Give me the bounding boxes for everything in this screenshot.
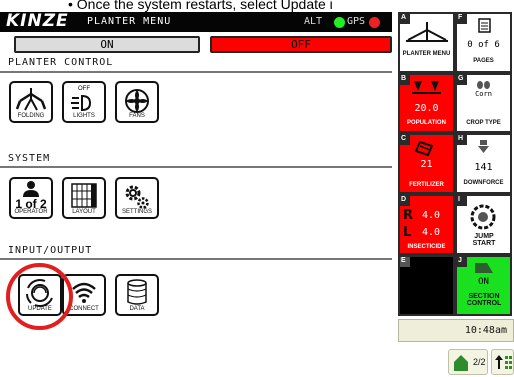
cell-label: SECTION CONTROL	[466, 293, 502, 307]
gps-status-indicator	[369, 17, 380, 28]
fans-button[interactable]: FANS	[115, 81, 159, 123]
folding-label: FOLDING	[17, 113, 45, 119]
instruction-caption: • Once the system restarts, select Updat…	[68, 0, 333, 12]
cell-value: 141	[474, 162, 493, 173]
operator-label: OPERATOR	[14, 209, 48, 215]
lights-label: LIGHTS	[73, 113, 95, 119]
cell-id: D	[401, 196, 407, 203]
settings-button[interactable]: SETTINGS	[115, 177, 159, 219]
insecticide-right-value: 4.0	[422, 210, 441, 221]
cell-label: POPULATION	[407, 120, 446, 126]
cell-f-pages[interactable]: F 0 of 6 PAGES	[455, 12, 512, 73]
home-icon	[454, 355, 468, 371]
alt-status-indicator	[334, 17, 345, 28]
update-highlight-ring	[6, 263, 73, 330]
section-title-input-output: INPUT/OUTPUT	[8, 245, 93, 256]
cell-value: ON	[478, 277, 489, 287]
cell-e-empty[interactable]: E	[398, 255, 455, 316]
off-button[interactable]: OFF	[210, 36, 392, 53]
cell-h-downforce[interactable]: H 141 DOWNFORCE	[455, 133, 512, 194]
cell-b-population[interactable]: B 20.0 POPULATION	[398, 73, 455, 133]
cell-label: INSECTICIDE	[407, 244, 446, 250]
home-page-label: 2/2	[473, 357, 486, 367]
kinze-logo: KINZE	[6, 11, 69, 31]
insecticide-left-side: L	[403, 225, 412, 240]
section-title-system: SYSTEM	[8, 153, 51, 164]
menu-title: PLANTER MENU	[87, 16, 172, 27]
data-label: DATA	[129, 306, 145, 312]
insecticide-left-value: 4.0	[422, 227, 441, 238]
cell-label: CROP TYPE	[466, 120, 501, 126]
layout-label: LAYOUT	[72, 209, 96, 215]
cell-value: Corn	[475, 90, 492, 98]
cell-value: 0 of 6	[467, 40, 500, 50]
cell-g-crop-type[interactable]: G Corn CROP TYPE	[455, 73, 512, 133]
folding-button[interactable]: FOLDING	[9, 81, 53, 123]
insecticide-right-side: R	[403, 208, 414, 223]
alt-label: ALT	[304, 16, 323, 27]
cell-i-jump-start[interactable]: I JUMP START	[455, 194, 512, 255]
downforce-icon	[478, 140, 489, 153]
grid-icon	[505, 356, 512, 369]
divider	[0, 71, 392, 73]
section-title-planter-control: PLANTER CONTROL	[8, 57, 114, 68]
cell-label: JUMP START	[472, 233, 496, 247]
section-icon	[475, 263, 493, 273]
population-icon	[412, 81, 441, 94]
on-button[interactable]: ON	[14, 36, 200, 53]
home-button[interactable]: 2/2	[448, 349, 488, 375]
up-arrow-icon	[495, 355, 512, 369]
layout-button[interactable]: LAYOUT	[62, 177, 106, 219]
title-bar: KINZE PLANTER MENU ALT GPS	[0, 11, 392, 32]
fertilizer-icon	[414, 140, 434, 157]
cell-label: PLANTER MENU	[402, 51, 451, 57]
up-button[interactable]	[491, 349, 514, 375]
fans-label: FANS	[129, 113, 145, 119]
cell-label: PAGES	[473, 58, 494, 64]
cell-value: 20.0	[414, 103, 439, 114]
divider	[0, 258, 392, 260]
cell-c-fertilizer[interactable]: C 21 FERTILIZER	[398, 133, 455, 194]
divider	[0, 166, 392, 168]
cell-id: E	[401, 257, 406, 264]
gps-label: GPS	[347, 16, 366, 27]
clock-display: 10:48am	[398, 319, 514, 342]
lights-button[interactable]: OFF LIGHTS	[62, 81, 106, 123]
cell-value: 21	[420, 159, 433, 170]
jump-start-icon	[470, 204, 496, 230]
cell-d-insecticide[interactable]: D R 4.0 L 4.0 INSECTICIDE	[398, 194, 455, 255]
settings-label: SETTINGS	[121, 209, 152, 215]
cell-j-section-control[interactable]: J ON SECTION CONTROL	[455, 255, 512, 316]
data-button[interactable]: DATA	[115, 274, 159, 316]
cell-label: DOWNFORCE	[463, 180, 504, 186]
cell-a-planter-menu[interactable]: A PLANTER MENU	[398, 12, 455, 73]
planter-icon	[406, 22, 448, 42]
pages-icon	[478, 18, 491, 33]
cell-label: FERTILIZER	[409, 182, 444, 188]
operator-button[interactable]: 1 of 2 OPERATOR	[9, 177, 53, 219]
